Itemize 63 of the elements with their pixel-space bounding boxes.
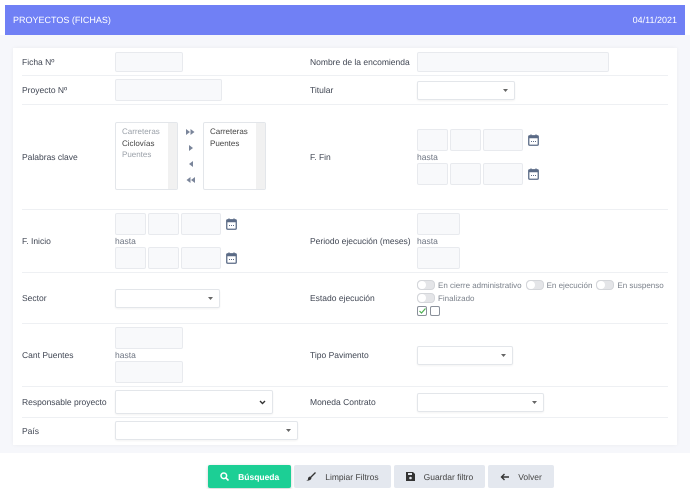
caret-down-icon (286, 429, 291, 432)
right-arrow-icon[interactable] (188, 145, 192, 151)
field-label: Moneda Contrato (310, 397, 377, 407)
left-arrow-icon (500, 472, 510, 480)
select-field[interactable] (115, 421, 298, 440)
calendar-icon[interactable] (226, 218, 237, 230)
field-label: Nombre de la encomienda (310, 56, 411, 66)
caret-down-icon (532, 400, 537, 404)
range-separator: hasta (115, 235, 136, 247)
select-field[interactable] (417, 392, 544, 412)
toggle-label: En ejecución (546, 280, 592, 290)
field-label: Estado ejecución (310, 293, 376, 303)
list-option[interactable]: Puentes (210, 138, 240, 149)
save-filter-button[interactable]: Guardar filtro (394, 465, 486, 488)
page-title: PROYECTOS (FICHAS) (13, 15, 111, 25)
caret-down-icon (503, 88, 508, 92)
field-label: Cant Puentes (22, 350, 75, 360)
field-label: F. Inicio (22, 236, 52, 246)
header-date: 04/11/2021 (632, 15, 677, 25)
range-separator: hasta (417, 235, 438, 247)
select-field[interactable] (115, 288, 220, 308)
field-label: Palabras clave (22, 152, 79, 162)
left-arrow-icon[interactable] (188, 161, 192, 167)
calendar-icon[interactable] (528, 168, 539, 180)
field-label: F. Fin (310, 152, 332, 162)
toggle-switch[interactable] (526, 280, 544, 290)
select-field[interactable] (115, 390, 273, 414)
chevron-down-icon (259, 400, 266, 404)
listbox[interactable]: Carreteras Puentes (203, 122, 266, 190)
caret-down-icon (208, 296, 213, 300)
toggle-label: En cierre administrativo (438, 280, 522, 290)
range-separator: hasta (417, 151, 438, 163)
brush-icon (306, 472, 316, 481)
calendar-icon[interactable] (528, 134, 539, 146)
list-option[interactable]: Carreteras (210, 126, 248, 138)
caret-down-icon (501, 354, 506, 356)
field-label: Sector (22, 293, 48, 303)
calendar-icon[interactable] (226, 252, 237, 264)
checkbox[interactable] (430, 306, 440, 316)
field-label: País (22, 426, 40, 436)
toggle-switch[interactable] (417, 280, 435, 290)
field-label: Titular (310, 85, 334, 95)
field-label: Periodo ejecución (meses) (310, 236, 412, 246)
toggle-switch[interactable] (417, 293, 435, 303)
range-separator: hasta (115, 349, 136, 361)
clear-filters-button[interactable]: Limpiar Filtros (294, 465, 391, 488)
toggle-label: En suspenso (617, 280, 664, 290)
toggle-switch[interactable] (596, 280, 614, 290)
list-option[interactable]: Ciclovías (122, 138, 154, 149)
checkbox[interactable] (417, 306, 427, 316)
scrollbar[interactable] (168, 123, 177, 189)
field-label: Responsable proyecto (22, 397, 108, 407)
field-label: Proyecto Nº (22, 85, 68, 95)
field-label: Ficha Nº (22, 56, 56, 66)
select-field[interactable] (417, 346, 513, 364)
double-left-arrow-icon[interactable] (186, 177, 195, 183)
search-icon (220, 472, 230, 481)
toggle-label: Finalizado (438, 294, 474, 302)
field-label: Tipo Pavimento (310, 350, 370, 360)
double-right-arrow-icon[interactable] (186, 129, 195, 135)
select-field[interactable] (417, 80, 515, 100)
scrollbar[interactable] (256, 123, 265, 189)
back-button[interactable]: Volver (488, 465, 554, 488)
